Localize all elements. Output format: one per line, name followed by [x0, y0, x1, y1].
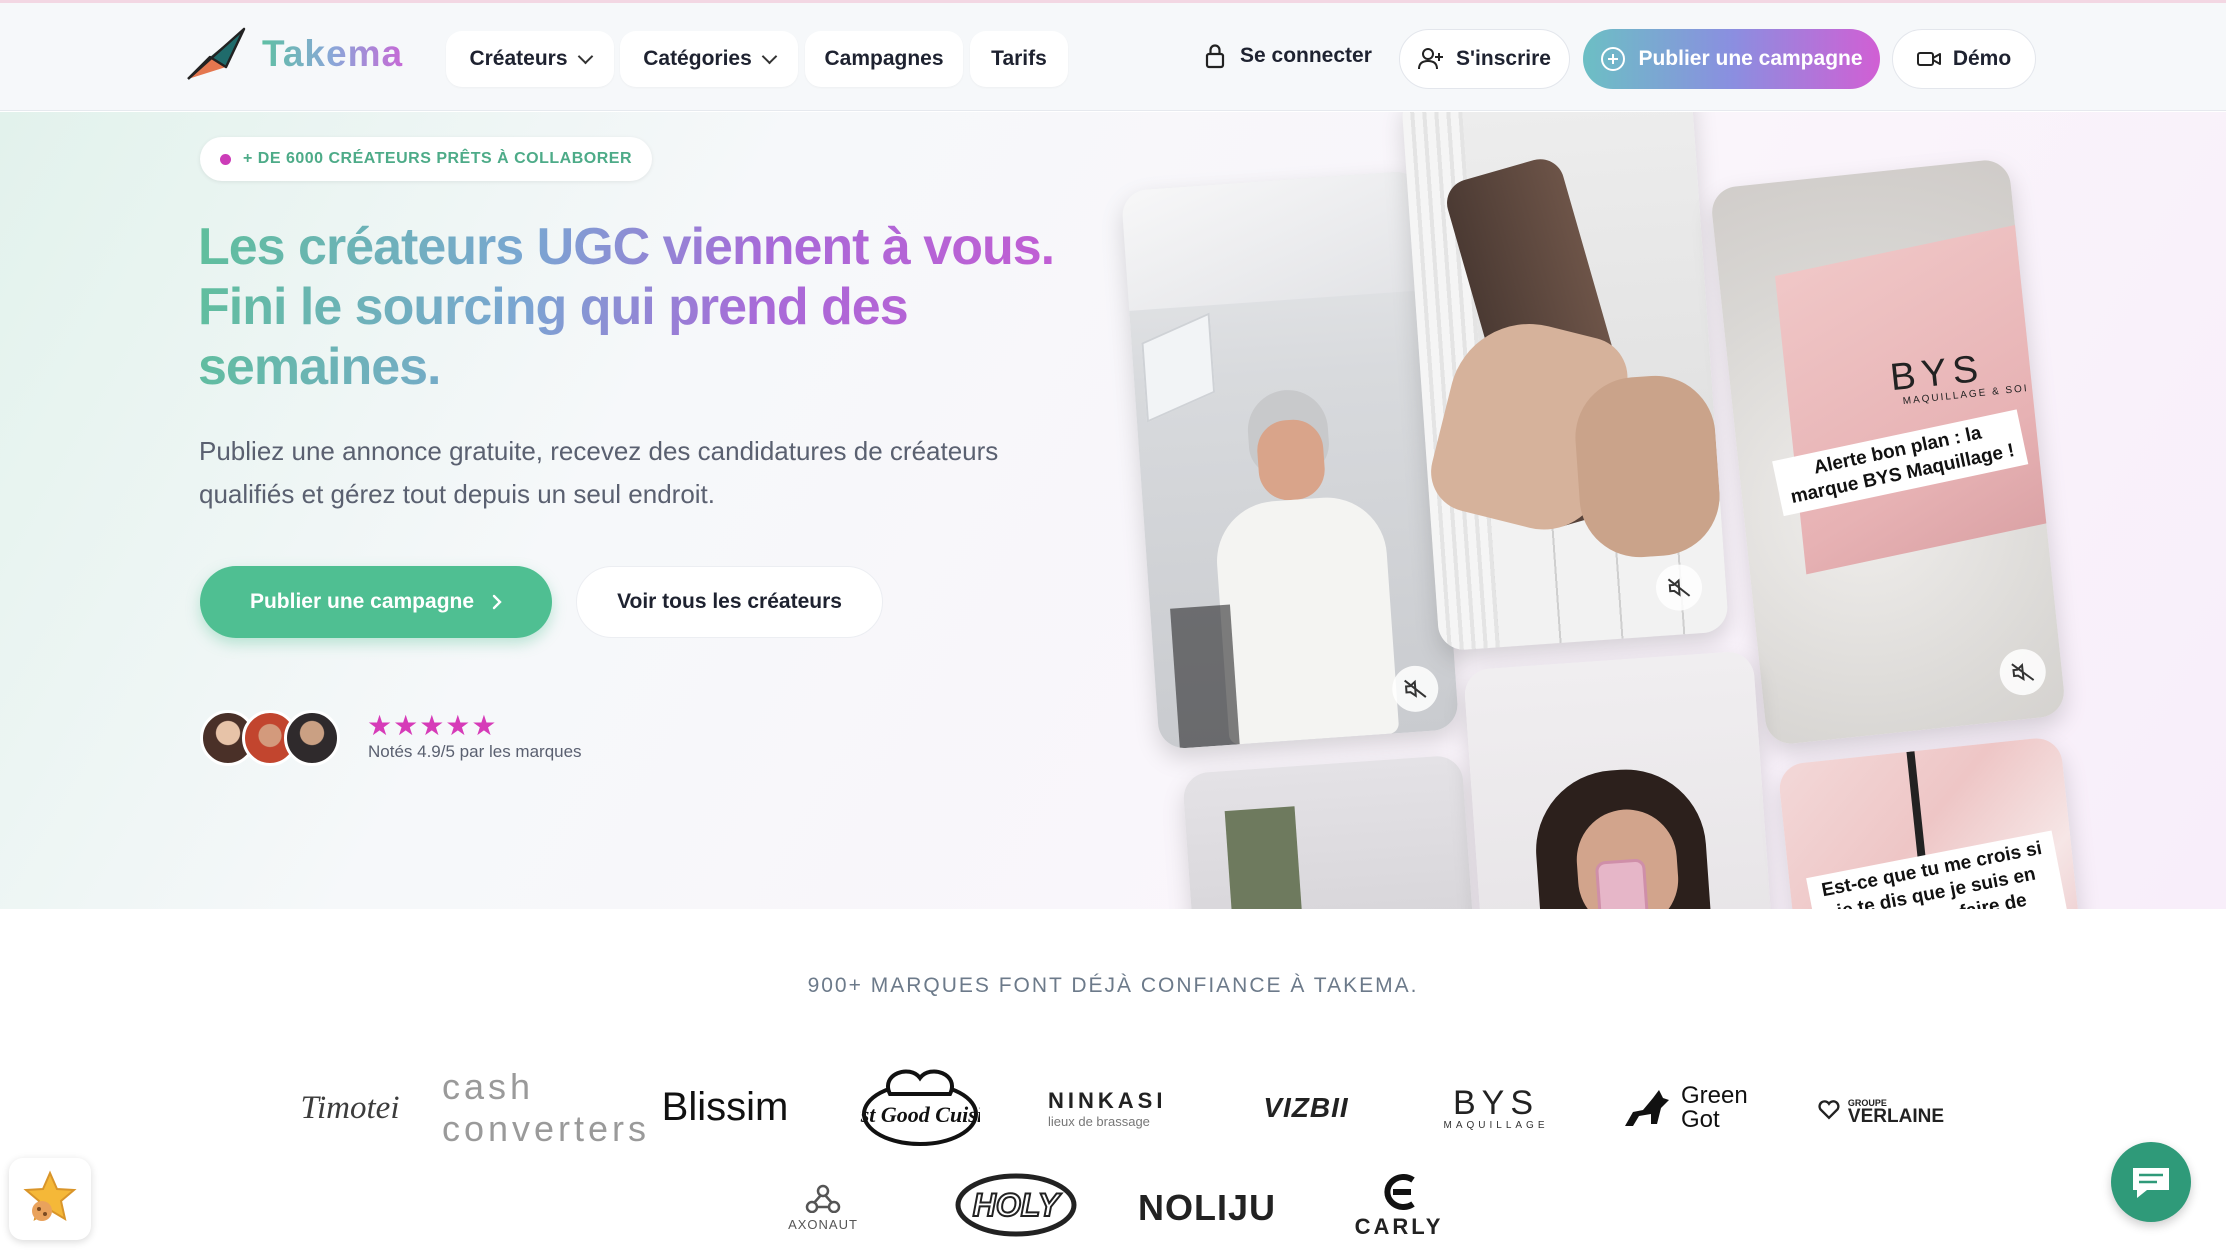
- video-camera-icon: [1916, 52, 1941, 66]
- video-caption: Est-ce que tu me crois si je te dis que …: [1806, 830, 2067, 909]
- signup-button[interactable]: S'inscrire: [1399, 29, 1570, 89]
- login-label: Se connecter: [1240, 44, 1372, 67]
- nav-campagnes[interactable]: Campagnes: [805, 31, 963, 87]
- rating-stars: ★★★★★: [367, 710, 498, 741]
- chat-icon: [2133, 1168, 2169, 1198]
- chevron-down-icon: [761, 48, 778, 64]
- logo-text: Takema: [262, 33, 404, 74]
- brand-logo-verlaine: GROUPE VERLAINE: [1818, 1090, 1944, 1130]
- brand-logo-blissim: Blissim: [661, 1084, 789, 1129]
- hero-subtitle: Publiez une annonce gratuite, recevez de…: [199, 436, 999, 509]
- carly-logo-icon: [1384, 1174, 1415, 1210]
- brand-logo-fast-good-cuisine: Fast Good Cuisine: [860, 1064, 980, 1150]
- chef-hat-logo-icon: Fast Good Cuisine: [860, 1069, 980, 1146]
- ugc-video-card[interactable]: [1181, 754, 1479, 909]
- bys-brand-tagline: MAQUILLAGE: [1443, 1119, 1549, 1131]
- nav-createurs[interactable]: Créateurs: [446, 31, 614, 87]
- ninkasi-name: NINKASI: [1048, 1087, 1167, 1113]
- nav-createurs-label: Créateurs: [469, 47, 568, 70]
- avatar: [284, 710, 340, 766]
- lock-icon: [1205, 44, 1225, 69]
- chevron-right-icon: [492, 594, 502, 610]
- badge-text: + DE 6000 CRÉATEURS PRÊTS À COLLABORER: [243, 150, 632, 167]
- dog-logo-icon: [1625, 1090, 1669, 1126]
- brand-logo-axonaut: AXONAUT: [780, 1178, 866, 1236]
- demo-label: Démo: [1952, 47, 2012, 70]
- mute-icon: [2011, 662, 2035, 682]
- hero-section: + DE 6000 CRÉATEURS PRÊTS À COLLABORER L…: [0, 112, 2226, 909]
- ugc-video-card[interactable]: BYS MAQUILLAGE & SOI Alerte bon plan : l…: [1709, 157, 2067, 747]
- chat-widget-button[interactable]: [2111, 1142, 2191, 1222]
- signup-label: S'inscrire: [1456, 47, 1551, 70]
- ugc-video-card[interactable]: [1120, 170, 1460, 750]
- brand-logo-bys: BYS MAQUILLAGE: [1436, 1082, 1556, 1134]
- plus-circle-icon: [1601, 47, 1626, 71]
- axonaut-logo-icon: [805, 1184, 841, 1213]
- mute-icon: [1667, 578, 1691, 597]
- bys-brand-name: BYS: [1452, 1083, 1540, 1122]
- mute-button[interactable]: [1997, 646, 2049, 698]
- mute-button[interactable]: [1390, 664, 1440, 714]
- rating-text: Notés 4.9/5 par les marques: [368, 742, 582, 761]
- brand-logo-green-got: Green Got: [1622, 1080, 1752, 1136]
- brand-logo-timotei: Timotei: [300, 1089, 400, 1126]
- publish-campaign-button[interactable]: Publier une campagne: [200, 566, 552, 638]
- site-header: Takema Créateurs Catégories Campagnes Ta…: [0, 3, 2226, 111]
- creator-avatars: [200, 710, 345, 768]
- trust-heading: 900+ MARQUES FONT DÉJÀ CONFIANCE À TAKEM…: [807, 974, 1419, 997]
- nav-categories[interactable]: Catégories: [620, 31, 798, 87]
- ugc-video-card[interactable]: Est-ce que tu me crois si je te dis que …: [1777, 735, 2087, 909]
- cookie-settings-button[interactable]: [9, 1158, 91, 1240]
- nav-tarifs[interactable]: Tarifs: [970, 31, 1068, 87]
- brand-logo-ninkasi: NINKASI lieux de brassage: [1048, 1086, 1178, 1130]
- hero-headline: Les créateurs UGC viennent à vous. Fini …: [198, 217, 1128, 397]
- ugc-video-card[interactable]: [1400, 112, 1730, 652]
- heart-logo-icon: [1818, 1100, 1840, 1120]
- demo-button[interactable]: Démo: [1892, 29, 2036, 89]
- svg-text:Fast Good Cuisine: Fast Good Cuisine: [860, 1102, 980, 1127]
- mute-icon: [1404, 679, 1427, 698]
- brand-logo-carly: CARLY: [1344, 1172, 1454, 1242]
- creators-count-badge: + DE 6000 CRÉATEURS PRÊTS À COLLABORER: [200, 137, 652, 181]
- badge-dot: [220, 153, 231, 165]
- nav-campagnes-label: Campagnes: [824, 47, 944, 70]
- paper-plane-logo-icon: [187, 27, 246, 80]
- publish-campaign-cta-label: Publier une campagne: [249, 590, 475, 613]
- svg-text:HOLY: HOLY: [973, 1187, 1062, 1223]
- brand-logo-holy: HOLY: [954, 1172, 1078, 1238]
- chevron-down-icon: [577, 48, 593, 64]
- cookie-icon: [23, 1170, 77, 1222]
- publish-campaign-label: Publier une campagne: [1638, 47, 1863, 70]
- axonaut-text: AXONAUT: [788, 1216, 858, 1232]
- login-link[interactable]: Se connecter: [1204, 43, 1372, 69]
- brand-logo-cash-converters: cash converters: [441, 1066, 651, 1149]
- nav-tarifs-label: Tarifs: [991, 47, 1047, 70]
- ninkasi-tagline: lieux de brassage: [1048, 1113, 1150, 1129]
- view-creators-label: Voir tous les créateurs: [617, 590, 842, 613]
- publish-campaign-header-button[interactable]: Publier une campagne: [1583, 29, 1880, 89]
- brand-logo-vizbii: VIZBII: [1263, 1092, 1349, 1123]
- logo[interactable]: Takema: [186, 27, 403, 81]
- carly-text: CARLY: [1354, 1214, 1444, 1239]
- verlaine-name: VERLAINE: [1847, 1106, 1944, 1127]
- green-got-text: Green Got: [1681, 1082, 1748, 1133]
- holy-logo-icon: HOLY: [955, 1173, 1077, 1237]
- view-creators-button[interactable]: Voir tous les créateurs: [576, 566, 883, 638]
- verlaine-text: GROUPE VERLAINE: [1847, 1096, 1944, 1127]
- brand-logo-noliju: NOLIJU: [1138, 1187, 1277, 1228]
- ugc-video-card[interactable]: [1463, 650, 1775, 909]
- user-plus-icon: [1418, 48, 1444, 70]
- nav-categories-label: Catégories: [643, 47, 752, 70]
